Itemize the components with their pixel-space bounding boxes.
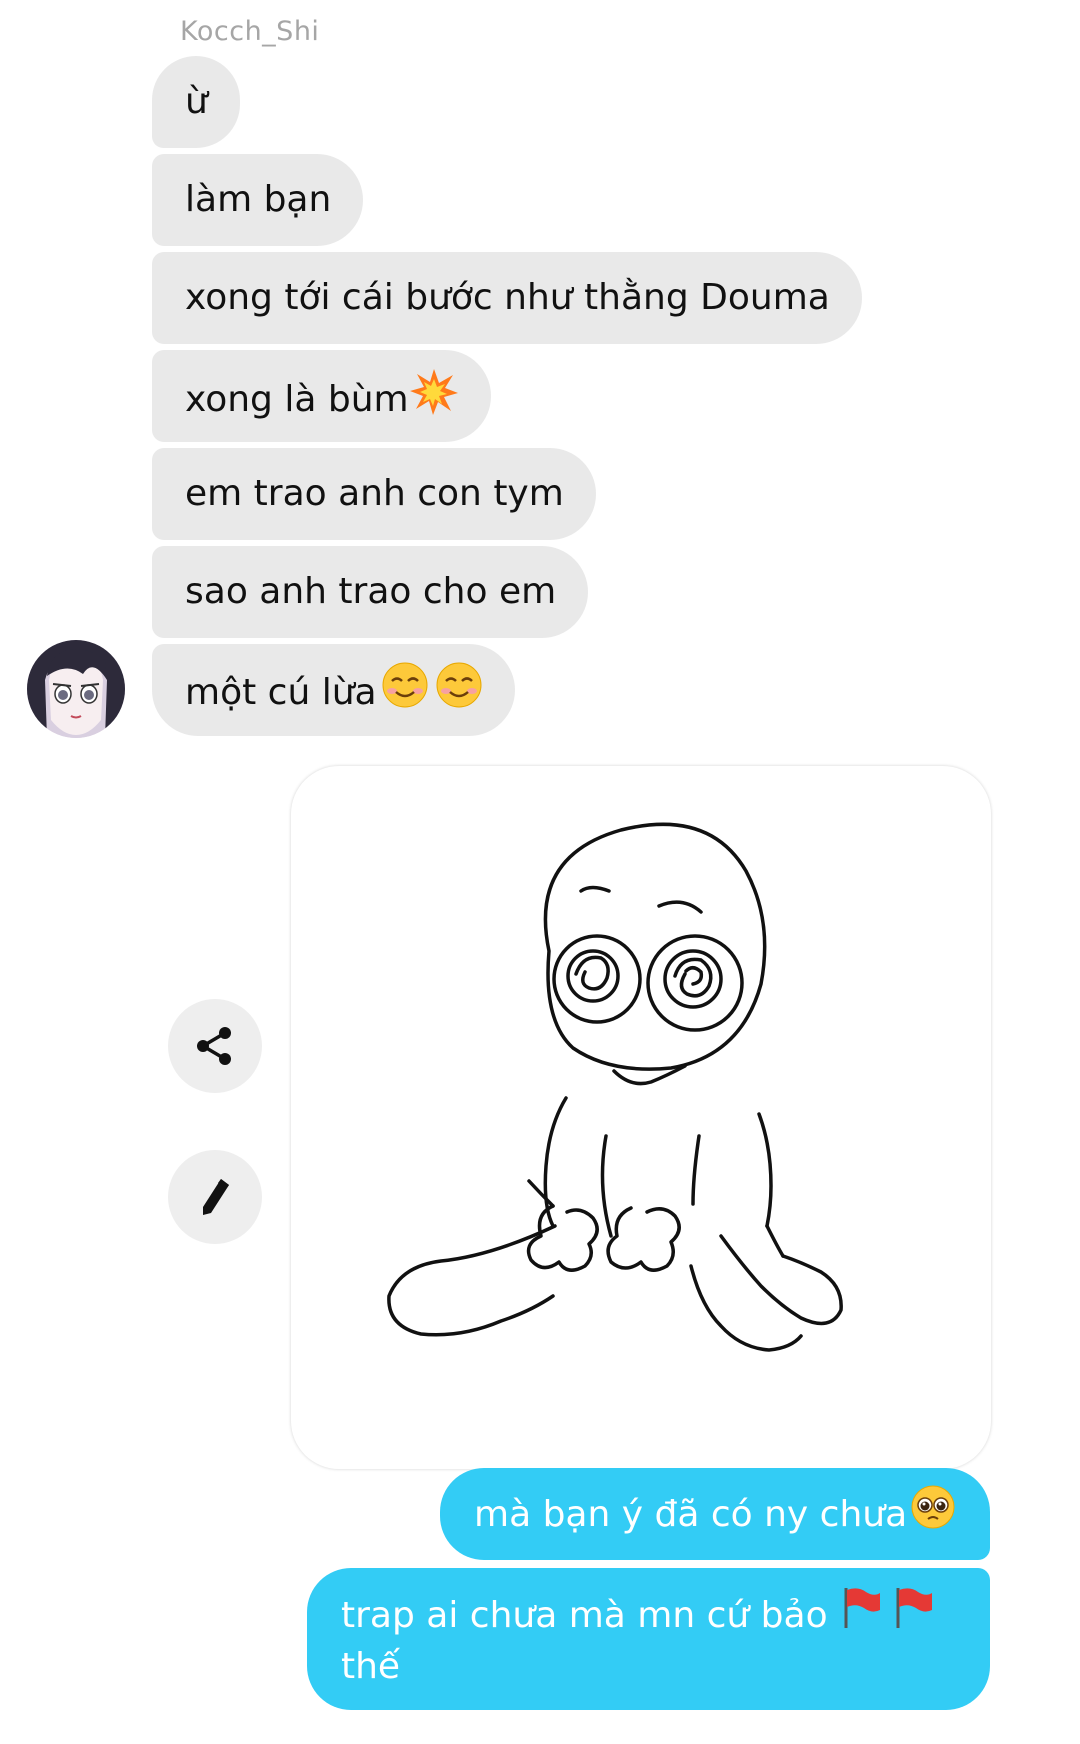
incoming-message[interactable]: em trao anh con tym xyxy=(152,448,596,540)
outgoing-message[interactable]: mà bạn ý đã có ny chưa xyxy=(440,1468,990,1560)
message-text: mà bạn ý đã có ny chưa xyxy=(474,1494,908,1535)
image-attachment[interactable] xyxy=(291,766,991,1469)
incoming-message[interactable]: làm bạn xyxy=(152,154,364,246)
smiling-face-emoji-icon xyxy=(435,661,483,721)
incoming-message[interactable]: xong là bùm xyxy=(152,350,491,442)
message-text: làm bạn xyxy=(185,179,332,220)
message-text: xong tới cái bước như thằng Douma xyxy=(185,277,830,318)
anime-avatar-icon xyxy=(27,640,125,738)
message-text: em trao anh con tym xyxy=(185,473,564,514)
sender-name: Kocch_Shi xyxy=(180,16,320,47)
incoming-message[interactable]: xong tới cái bước như thằng Douma xyxy=(152,252,862,344)
share-icon xyxy=(197,1027,231,1065)
message-text: ừ xyxy=(185,81,208,122)
message-text: một cú lừa xyxy=(185,672,377,713)
incoming-message[interactable]: một cú lừa xyxy=(152,644,515,736)
message-text-line1: trap ai chưa mà mn cứ bảo xyxy=(341,1595,828,1636)
pencil-icon xyxy=(203,1179,229,1215)
incoming-message[interactable]: sao anh trao cho em xyxy=(152,546,589,638)
pleading-face-emoji-icon xyxy=(910,1484,956,1542)
sender-avatar[interactable] xyxy=(27,640,125,738)
message-text-line2: thế xyxy=(341,1646,401,1687)
smiling-face-emoji-icon xyxy=(381,661,429,721)
edit-button[interactable] xyxy=(168,1150,262,1244)
message-text: xong là bùm xyxy=(185,379,409,420)
red-flag-emoji-icon xyxy=(890,1584,936,1642)
share-button[interactable] xyxy=(168,999,262,1093)
message-text: sao anh trao cho em xyxy=(185,571,557,612)
collision-emoji-icon xyxy=(409,367,459,429)
incoming-message[interactable]: ừ xyxy=(152,56,240,148)
doodle-drawing xyxy=(387,822,843,1352)
red-flag-emoji-icon xyxy=(838,1584,884,1642)
outgoing-message[interactable]: trap ai chưa mà mn cứ bảo thế xyxy=(307,1568,990,1710)
